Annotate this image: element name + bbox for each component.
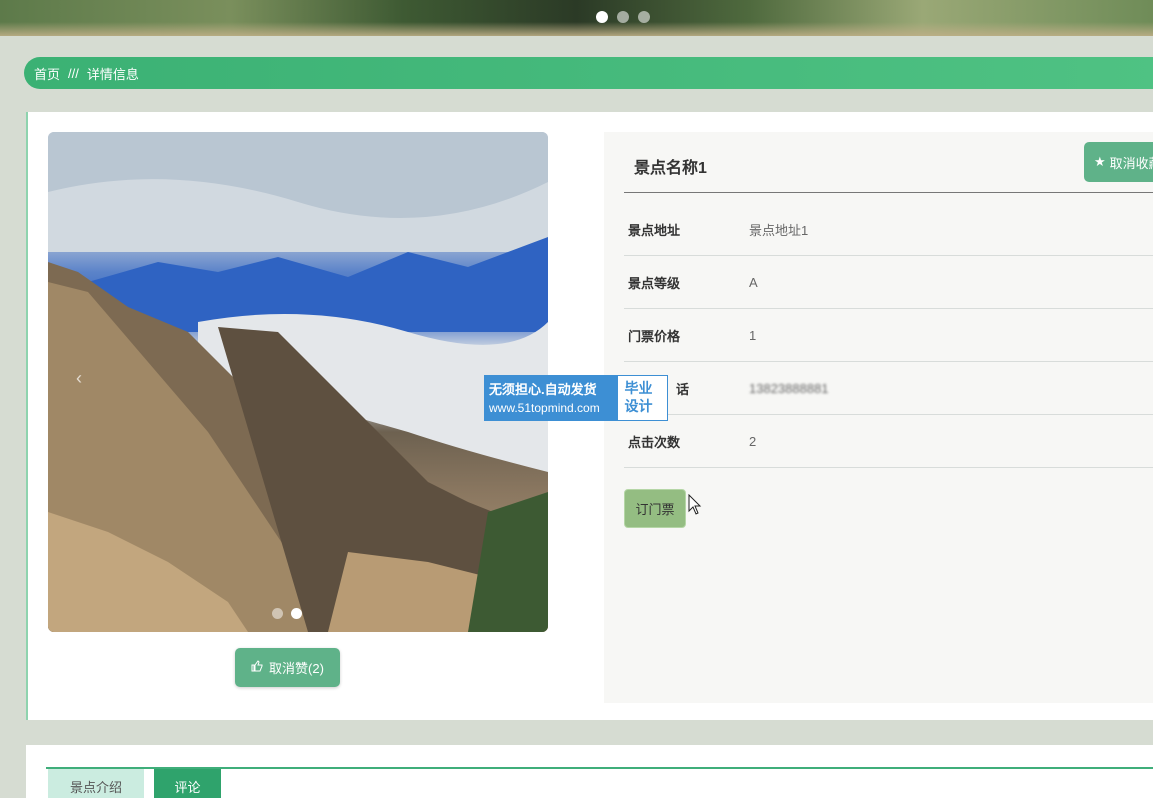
page-title: 景点名称1	[634, 160, 707, 177]
detail-value: 1	[749, 327, 757, 343]
detail-row-price: 门票价格 1	[624, 309, 1153, 362]
star-icon: ★	[1094, 154, 1106, 169]
detail-row-address: 景点地址 景点地址1	[624, 203, 1153, 256]
details-panel: 景点名称1 ★ 取消收藏 景点地址 景点地址1 景点等级 A 门票价格 1 话 …	[604, 132, 1153, 703]
gallery-dot-2[interactable]	[291, 608, 302, 619]
banner-dot-1[interactable]	[596, 11, 608, 23]
mountain-photo	[48, 132, 548, 632]
breadcrumb-home-link[interactable]: 首页	[34, 64, 60, 83]
banner-dot-2[interactable]	[617, 11, 629, 23]
detail-row-clicks: 点击次数 2	[624, 415, 1153, 468]
banner-dot-3[interactable]	[638, 11, 650, 23]
watermark-line2: www.51topmind.com	[489, 401, 600, 415]
title-divider	[624, 192, 1153, 193]
detail-row-level: 景点等级 A	[624, 256, 1153, 309]
detail-label: 点击次数	[628, 434, 681, 450]
like-button[interactable]: 取消赞(2)	[235, 648, 340, 687]
gallery-prev-icon[interactable]: ‹	[76, 368, 82, 389]
detail-value: 景点地址1	[749, 222, 809, 238]
detail-value: 13823888881	[749, 380, 829, 396]
detail-label: 景点等级	[628, 275, 681, 291]
gallery-pagination	[272, 608, 302, 619]
image-carousel[interactable]: ‹	[48, 132, 548, 632]
tab-comments[interactable]: 评论	[154, 769, 221, 798]
info-tabs-card: 景点介绍 评论	[26, 745, 1153, 798]
watermark-line1: 无须担心.自动发货	[489, 382, 597, 397]
breadcrumb-current: 详情信息	[86, 66, 139, 82]
watermark-logo: 无须担心.自动发货 www.51topmind.com 毕业 设计	[484, 375, 668, 421]
detail-row-phone: 话 13823888881	[624, 362, 1153, 415]
favorite-button[interactable]: ★ 取消收藏	[1084, 142, 1153, 182]
detail-label: 门票价格	[628, 328, 681, 344]
watermark-badge1: 毕业	[624, 380, 653, 396]
breadcrumb-separator: ///	[68, 65, 79, 81]
detail-label: 景点地址	[628, 222, 681, 238]
watermark-badge2: 设计	[624, 398, 653, 414]
gallery-dot-1[interactable]	[272, 608, 283, 619]
banner-pagination	[596, 11, 650, 23]
mouse-cursor-icon	[688, 494, 702, 515]
detail-value: A	[749, 274, 758, 290]
breadcrumb: 首页 /// 详情信息	[24, 57, 1153, 89]
tab-intro[interactable]: 景点介绍	[48, 769, 144, 798]
top-banner-carousel	[0, 0, 1153, 36]
book-ticket-button[interactable]: 订门票	[624, 489, 686, 528]
like-button-label: 取消赞(2)	[269, 661, 324, 676]
thumbs-up-icon	[251, 660, 263, 675]
favorite-button-label: 取消收藏	[1109, 155, 1153, 171]
detail-value: 2	[749, 433, 757, 449]
